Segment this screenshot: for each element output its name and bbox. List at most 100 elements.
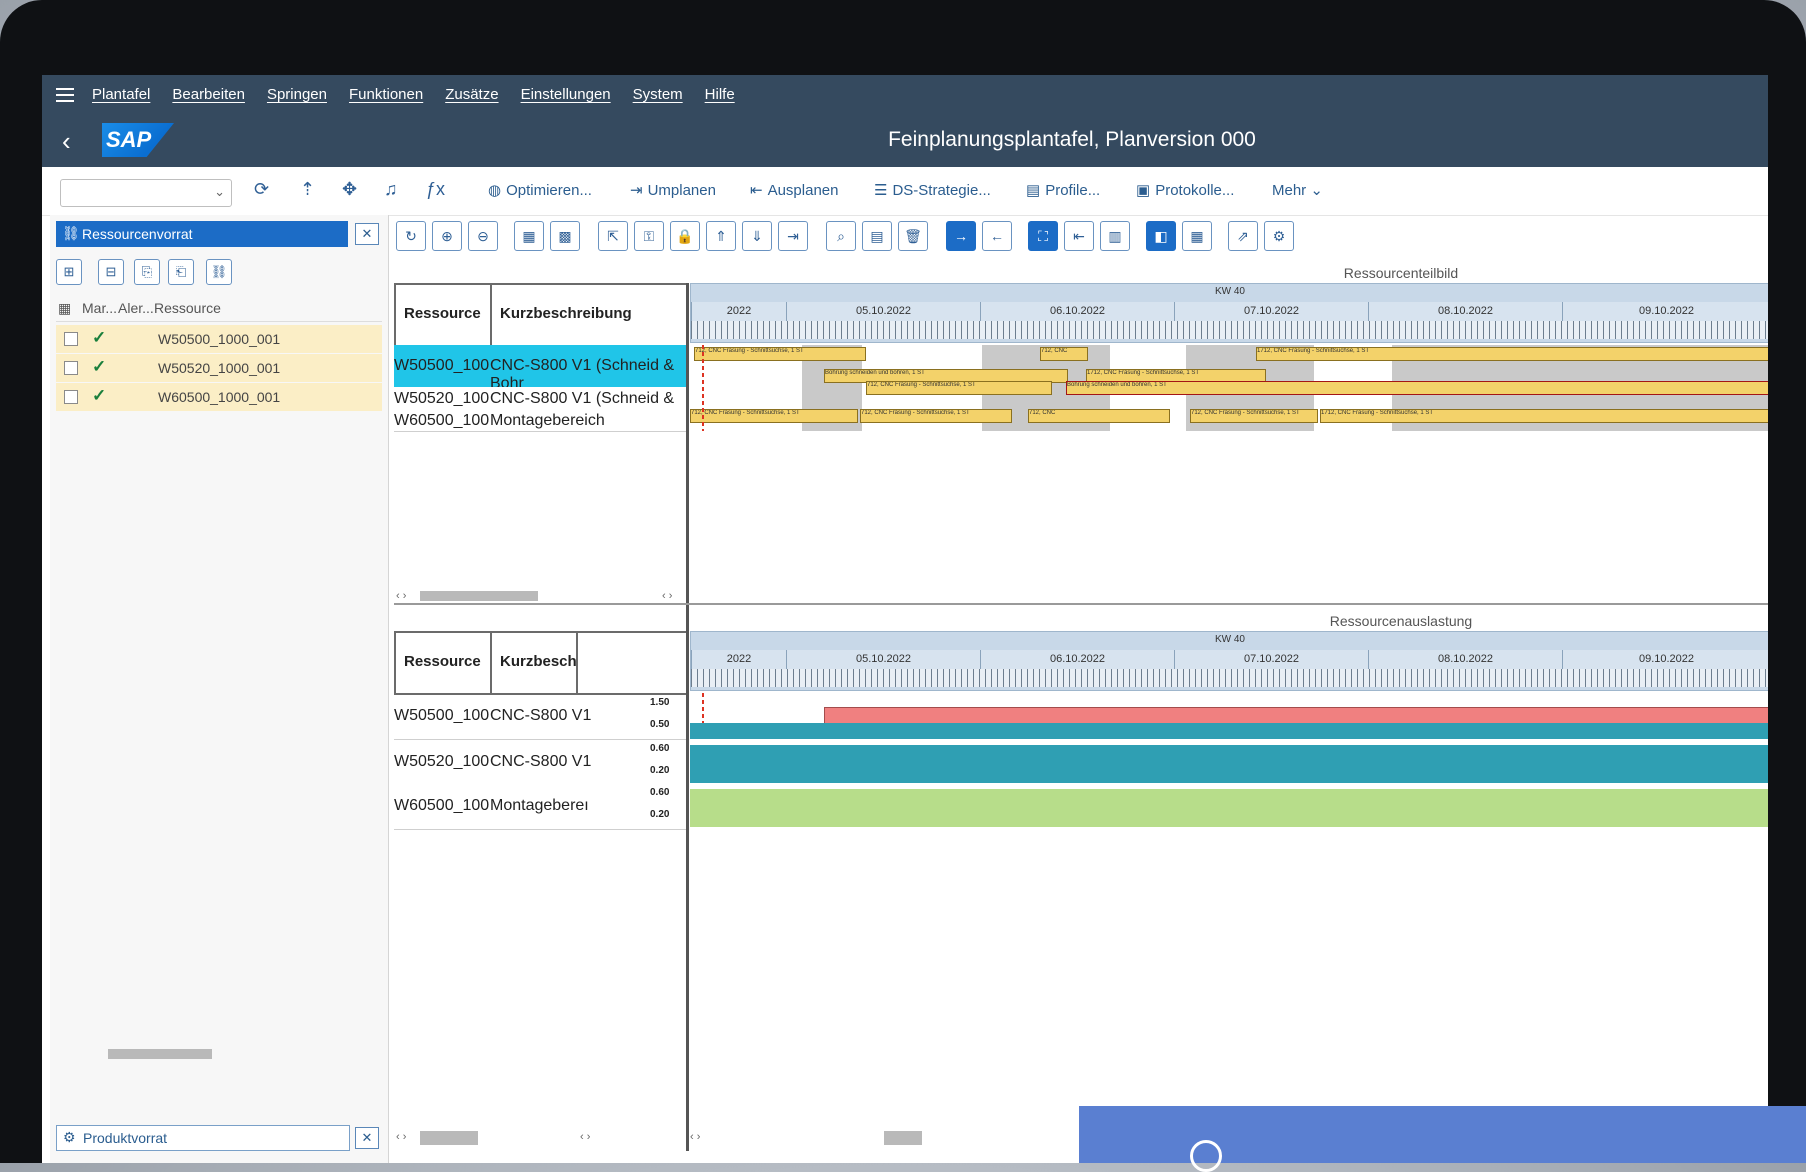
scroll-arrows[interactable]: ‹ › xyxy=(580,1131,590,1143)
protokolle-button[interactable]: ▣ Protokolle... xyxy=(1136,181,1234,199)
hamburger-icon[interactable] xyxy=(56,87,74,102)
select-all-icon[interactable]: ▦ xyxy=(58,300,71,317)
table-row[interactable]: W60500_100 Montagebereich xyxy=(394,409,686,432)
ressourcenvorrat-header[interactable]: ⛓ Ressourcenvorrat xyxy=(56,221,348,247)
refresh-icon[interactable]: ⟳ xyxy=(254,179,269,200)
gantt-bar[interactable]: Bohrung schneiden und bohren, 1 ST xyxy=(1066,381,1768,395)
menu-hilfe[interactable]: Hilfe xyxy=(705,86,735,103)
col-alert[interactable]: Aler... xyxy=(118,300,154,316)
scroll-arrows[interactable]: ‹ › xyxy=(662,590,672,602)
row-checkbox[interactable] xyxy=(64,332,78,346)
gantt-bar[interactable]: 712, CNC Fräsung - Schnittsuchse, 1 ST xyxy=(1190,409,1318,423)
lock-icon[interactable]: 🔒 xyxy=(670,221,700,251)
expand-icon[interactable]: ⊞ xyxy=(56,259,82,285)
scrollbar-thumb[interactable] xyxy=(108,1049,212,1059)
col-mark[interactable]: Mar... xyxy=(82,300,117,316)
profile-button[interactable]: ▤ Profile... xyxy=(1026,181,1100,199)
menu-funktionen[interactable]: Funktionen xyxy=(349,86,423,103)
gantt-bar[interactable]: 1712, CNC Fräsung - Schnittsuchse, 1 ST xyxy=(1320,409,1768,423)
scroll-arrows[interactable]: ‹ › xyxy=(396,1131,406,1143)
gantt-bar[interactable]: 712, CNC Fräsung - Schnittsuchse, 1 ST xyxy=(690,409,858,423)
upper-col-resource-label: Ressource xyxy=(404,305,481,322)
delete-icon[interactable]: 🗑 xyxy=(898,221,928,251)
copy-icon[interactable]: ⎘ xyxy=(134,259,160,285)
table-row[interactable]: W50500_100 CNC-S800 V1 (Schneid & Bohr xyxy=(394,345,686,392)
insert-icon[interactable]: ⇥ xyxy=(778,221,808,251)
row-checkbox[interactable] xyxy=(64,361,78,375)
menu-einstellungen[interactable]: Einstellungen xyxy=(521,86,611,103)
umplanen-button[interactable]: ⇥ Umplanen xyxy=(630,181,716,199)
menu-plantafel[interactable]: Plantafel xyxy=(92,86,150,103)
gantt-bar[interactable]: 712, CNC Fräsung - Schnittsuchse, 1 ST xyxy=(860,409,1012,423)
table-row[interactable]: W50520_100 CNC-S800 V1 (Schneid & Bohr xyxy=(394,387,686,425)
dispatch-icon[interactable]: ⇡ xyxy=(300,179,315,200)
search-icon[interactable]: ⌕ xyxy=(826,221,856,251)
close-icon[interactable]: ✕ xyxy=(355,223,379,245)
row-checkbox[interactable] xyxy=(64,390,78,404)
arrow-left-icon[interactable]: ← xyxy=(982,221,1012,251)
view-select[interactable]: ⌄ xyxy=(60,179,232,207)
list-item[interactable]: ✓ W50520_1000_001 xyxy=(56,354,382,382)
move-down-icon[interactable]: ⇓ xyxy=(742,221,772,251)
list-item[interactable]: ✓ W50500_1000_001 xyxy=(56,325,382,353)
settings-icon[interactable]: ⚙ xyxy=(1264,221,1294,251)
arrow-right-icon[interactable]: → xyxy=(946,221,976,251)
ausplanen-button[interactable]: ⇤ Ausplanen xyxy=(750,181,838,199)
zoom-out-icon[interactable]: ⊖ xyxy=(468,221,498,251)
scroll-arrows[interactable]: ‹ › xyxy=(690,1131,700,1143)
gantt-bar[interactable]: 712, CNC Fräsung - Schnittsuchse, 1 ST xyxy=(866,381,1052,395)
utilization-bar[interactable] xyxy=(690,789,1768,827)
scrollbar-thumb[interactable] xyxy=(884,1131,922,1145)
scrollbar-thumb[interactable] xyxy=(420,1131,478,1145)
chart-icon[interactable]: ▥ xyxy=(1100,221,1130,251)
utilization-bar[interactable] xyxy=(690,745,1768,783)
move-up-icon[interactable]: ⇑ xyxy=(706,221,736,251)
splitter[interactable] xyxy=(686,631,689,1151)
bell-icon[interactable]: ♫ xyxy=(384,179,398,200)
upper-col-resource[interactable]: Ressource xyxy=(394,283,492,347)
gantt-bar[interactable]: 712, CNC xyxy=(1040,347,1088,361)
list-item[interactable]: ✓ W60500_1000_001 xyxy=(56,383,382,411)
grid-icon[interactable]: ▦ xyxy=(514,221,544,251)
unlock-icon[interactable]: ⚿ xyxy=(634,221,664,251)
export-icon[interactable]: ⇗ xyxy=(1228,221,1258,251)
produktvorrat-header[interactable]: ⚙ Produktvorrat xyxy=(56,1125,350,1151)
goto-icon[interactable]: ⇤ xyxy=(1064,221,1094,251)
network-icon[interactable]: ⛶ xyxy=(1028,221,1058,251)
table-row[interactable]: W50500_100 CNC-S800 V1 1.50 0.50 xyxy=(394,695,686,740)
lower-col-resource[interactable]: Ressource xyxy=(394,631,492,695)
layout-icon[interactable]: ◧ xyxy=(1146,221,1176,251)
mehr-button[interactable]: Mehr ⌄ xyxy=(1272,181,1323,199)
grid-outline-icon[interactable]: ▩ xyxy=(550,221,580,251)
function-icon[interactable]: ƒx xyxy=(426,179,445,200)
table-row[interactable]: W60500_100 Montagebereı 0.60 0.20 xyxy=(394,785,686,830)
hierarchy-icon[interactable]: ⊟ xyxy=(98,259,124,285)
menu-zusaetze[interactable]: Zusätze xyxy=(445,86,498,103)
menu-system[interactable]: System xyxy=(633,86,683,103)
table-row[interactable]: W50520_100 CNC-S800 V1 0.60 0.20 xyxy=(394,741,686,786)
resource-icon[interactable]: ⛓ xyxy=(206,259,232,285)
close-icon[interactable]: ✕ xyxy=(355,1127,379,1149)
document-icon[interactable]: ▤ xyxy=(862,221,892,251)
optimieren-button[interactable]: ◍ Optimieren... xyxy=(488,181,592,199)
menu-bearbeiten[interactable]: Bearbeiten xyxy=(172,86,245,103)
gantt-bar[interactable]: 1712, CNC Fräsung - Schnittsuchse, 1 ST xyxy=(1256,347,1768,361)
ds-strategie-label: DS-Strategie... xyxy=(892,182,991,199)
scrollbar-thumb[interactable] xyxy=(420,591,538,601)
calendar-icon[interactable]: ▦ xyxy=(1182,221,1212,251)
gantt-refresh-icon[interactable]: ↻ xyxy=(396,221,426,251)
menu-springen[interactable]: Springen xyxy=(267,86,327,103)
zoom-in-icon[interactable]: ⊕ xyxy=(432,221,462,251)
desc-cell: Montagebereich xyxy=(490,412,605,429)
utilization-bar[interactable] xyxy=(690,723,1768,739)
gantt-bar[interactable]: 712, CNC Fräsung - Schnittsuchse, 1 ST xyxy=(694,347,866,361)
col-resource[interactable]: Ressource xyxy=(154,300,221,316)
lower-col-desc[interactable]: Kurzbeschr xyxy=(490,631,583,695)
upper-col-desc[interactable]: Kurzbeschreibung xyxy=(490,283,688,347)
gantt-bar[interactable]: 712, CNC xyxy=(1028,409,1170,423)
scroll-arrows[interactable]: ‹ › xyxy=(396,590,406,602)
move-icon[interactable]: ✥ xyxy=(342,179,357,200)
paste-icon[interactable]: ⎗ xyxy=(168,259,194,285)
select-icon[interactable]: ⇱ xyxy=(598,221,628,251)
ds-strategie-button[interactable]: ☰ DS-Strategie... xyxy=(874,181,991,199)
